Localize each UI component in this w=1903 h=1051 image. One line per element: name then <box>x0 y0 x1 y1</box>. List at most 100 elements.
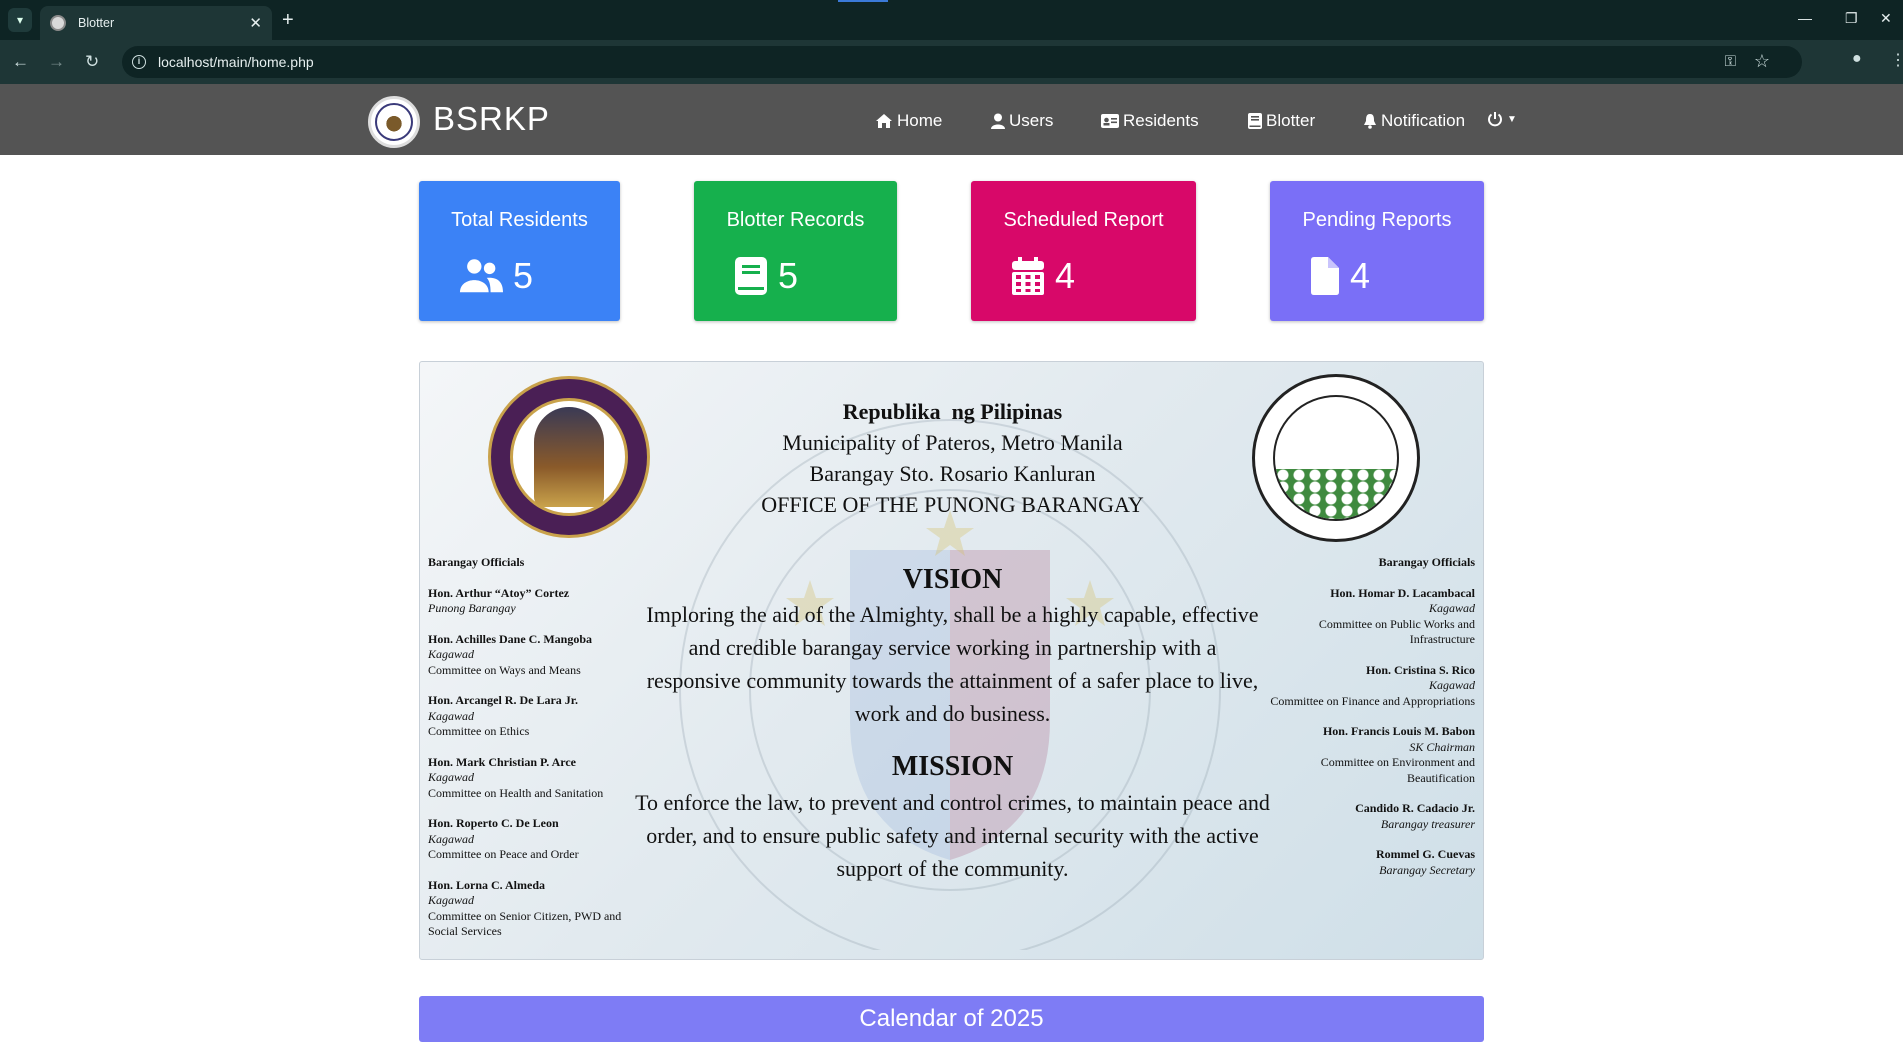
card-scheduled-report[interactable]: Scheduled Report 4 <box>971 181 1196 321</box>
card-title: Total Residents <box>451 209 588 231</box>
officials-left: Barangay Officials Hon. Arthur “Atoy” Co… <box>428 555 648 955</box>
address-bar[interactable]: i localhost/main/home.php ⚿ ☆ <box>122 46 1802 78</box>
card-value: 4 <box>1055 255 1076 296</box>
official-role: Kagawad <box>428 708 475 723</box>
official-name: Hon. Achilles Dane C. Mangoba <box>428 631 593 646</box>
bookmark-star-icon[interactable]: ☆ <box>1754 51 1770 72</box>
browser-menu-icon[interactable]: ⋮ <box>1890 50 1903 70</box>
letterhead-line2: Municipality of Pateros, Metro Manila <box>782 430 1123 455</box>
official-name: Rommel G. Cuevas <box>1376 847 1475 861</box>
vision-title: VISION <box>902 564 1003 595</box>
nav-residents[interactable]: Residents <box>1101 111 1199 131</box>
tab-search-button[interactable]: ▾ <box>8 8 32 32</box>
official-role: Kagawad <box>1428 601 1475 615</box>
official-entry: Hon. Roperto C. De Leon Kagawad Committee … <box>428 816 648 863</box>
card-pending-reports[interactable]: Pending Reports 4 <box>1270 181 1484 321</box>
back-icon[interactable]: ← <box>12 52 29 72</box>
official-role: Kagawad <box>428 831 475 846</box>
nav-residents-label: Residents <box>1123 111 1199 130</box>
official-committee: Committee on Health and Sanitation <box>428 785 604 800</box>
official-name: Hon. Arcangel R. De Lara Jr. <box>428 693 578 707</box>
mission-title: MISSION <box>891 751 1014 782</box>
official-committee: Committee on Finance and Appropriations <box>1270 693 1475 708</box>
official-committee: Committee on Ways and Means <box>428 662 581 677</box>
official-committee: Committee on Peace and Order <box>428 847 579 861</box>
official-name: Hon. Arthur “Atoy” Cortez <box>428 585 570 600</box>
official-role: Kagawad <box>428 770 475 784</box>
card-title: Blotter Records <box>726 209 865 231</box>
site-info-icon[interactable]: i <box>132 55 146 69</box>
official-entry: Hon. Achilles Dane C. Mangoba Kagawad Comm… <box>428 632 648 679</box>
officials-heading: Barangay Officials <box>1378 555 1475 569</box>
card-total-residents[interactable]: Total Residents 5 <box>419 181 620 321</box>
browser-toolbar: ← → ↻ i localhost/main/home.php ⚿ ☆ <box>0 40 1903 84</box>
brand-name[interactable]: BSRKP <box>433 100 550 138</box>
official-name: Hon. Lorna C. Almeda <box>428 877 546 892</box>
official-entry: Candido R. Cadacio Jr. Barangay treasurer <box>1255 801 1475 832</box>
official-entry: Hon. Arcangel R. De Lara Jr. Kagawad Commi… <box>428 693 648 740</box>
vision-text: Imploring the aid of the Almighty, shall… <box>646 602 1259 726</box>
home-icon <box>876 114 892 128</box>
official-entry: Hon. Mark Christian P. Arce Kagawad Commit… <box>428 755 648 802</box>
letterhead-line1: Republika ng Pilipinas <box>842 399 1063 424</box>
nav-home-label: Home <box>897 111 943 130</box>
mission-text: To enforce the law, to prevent and contr… <box>635 790 1270 881</box>
calendar-header: Calendar of 2025 <box>419 996 1484 1042</box>
site-favicon-icon <box>50 15 66 31</box>
profile-icon[interactable]: ● <box>1852 50 1872 70</box>
reload-icon[interactable]: ↻ <box>85 52 99 72</box>
official-entry: Hon. Cristina S. Rico Kagawad Committee on… <box>1255 663 1475 710</box>
browser-tabbar: ▾ Blotter ✕ + — ❐ ✕ <box>0 0 1903 40</box>
nav-notification[interactable]: Notification <box>1363 111 1465 131</box>
power-icon <box>1488 112 1502 127</box>
nav-blotter[interactable]: Blotter <box>1248 111 1315 131</box>
close-tab-icon[interactable]: ✕ <box>249 14 262 32</box>
card-value: 4 <box>1350 255 1371 296</box>
official-role: Barangay treasurer <box>1380 816 1475 831</box>
browser-tab[interactable]: Blotter ✕ <box>40 6 272 40</box>
card-blotter-records[interactable]: Blotter Records 5 <box>694 181 897 321</box>
official-entry: Hon. Homar D. Lacambacal Kagawad Committee… <box>1255 586 1475 648</box>
nav-users[interactable]: Users <box>991 111 1053 131</box>
book-icon <box>734 256 768 296</box>
letterhead-line4: OFFICE OF THE PUNONG BARANGAY <box>761 492 1144 517</box>
file-icon <box>1310 256 1340 296</box>
official-role: Punong Barangay <box>428 601 516 615</box>
new-tab-button[interactable]: + <box>282 8 294 32</box>
official-entry: Hon. Lorna C. Almeda Kagawad Committee on … <box>428 878 648 940</box>
pateros-logo-icon[interactable] <box>368 96 420 148</box>
url-text[interactable]: localhost/main/home.php <box>158 54 314 70</box>
password-key-icon[interactable]: ⚿ <box>1725 53 1736 70</box>
nav-home[interactable]: Home <box>875 111 942 131</box>
letterhead: Republika ng Pilipinas Municipality of P… <box>620 396 1285 520</box>
official-committee: Committee on Public Works and Infrastruc… <box>1318 616 1475 647</box>
nav-blotter-label: Blotter <box>1266 111 1316 130</box>
official-role: SK Chairman <box>1409 739 1475 754</box>
minimize-icon[interactable]: — <box>1798 10 1812 26</box>
official-name: Candido R. Cadacio Jr. <box>1355 801 1475 815</box>
close-window-icon[interactable]: ✕ <box>1880 10 1892 27</box>
official-role: Kagawad <box>428 893 475 907</box>
official-committee: Committee on Senior Citizen, PWD and Soc… <box>428 908 622 939</box>
barangay-banner: Republika ng Pilipinas Municipality of P… <box>419 361 1484 960</box>
forward-icon[interactable]: → <box>48 52 65 72</box>
bell-icon <box>1364 114 1376 129</box>
official-name: Hon. Francis Louis M. Babon <box>1322 724 1475 738</box>
caret-down-icon: ▼ <box>1507 113 1517 125</box>
official-role: Kagawad <box>428 647 475 661</box>
official-entry: Hon. Francis Louis M. Babon SK Chairman Co… <box>1255 724 1475 786</box>
officials-right: Barangay Officials Hon. Homar D. Lacamba… <box>1255 555 1475 893</box>
power-dropdown[interactable]: ▼ <box>1487 111 1517 127</box>
card-title: Scheduled Report <box>1003 209 1164 231</box>
tab-strip-accent <box>838 0 888 2</box>
tab-title: Blotter <box>78 16 115 30</box>
users-icon <box>459 256 503 296</box>
official-name: Hon. Homar D. Lacambacal <box>1330 585 1475 600</box>
card-value: 5 <box>778 255 799 296</box>
official-name: Hon. Roperto C. De Leon <box>428 816 559 830</box>
restore-icon[interactable]: ❐ <box>1845 10 1858 27</box>
book-icon <box>1248 113 1262 129</box>
nav-notification-label: Notification <box>1381 111 1466 130</box>
officials-heading: Barangay Officials <box>428 555 525 569</box>
nav-users-label: Users <box>1009 111 1054 130</box>
